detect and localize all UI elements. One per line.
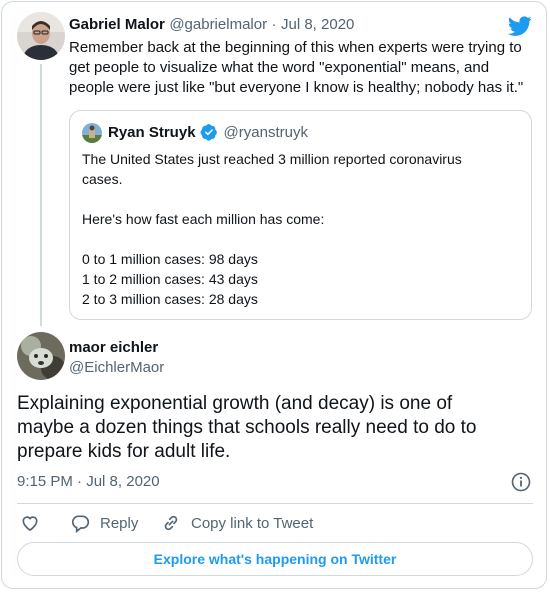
ryan-avatar [82,123,102,143]
quoted-tweet-line: cases. [82,171,123,187]
copy-link-label: Copy link to Tweet [191,514,314,532]
quoted-author-name: Ryan Struyk [108,123,196,141]
quoted-tweet-line: Here's how fast each million has come: [82,211,325,227]
reply-label: Reply [100,514,139,532]
main-tweet-line: Explaining exponential growth (and decay… [17,393,453,414]
parent-author-name[interactable]: Gabriel Malor [69,16,165,33]
tweet-time[interactable]: 9:15 PM [17,473,73,490]
parent-tweet-text: Remember back at the beginning of this w… [69,38,534,98]
parent-tweet-header: Gabriel Malor @gabrielmalor · Jul 8, 202… [69,16,354,34]
main-author-name[interactable]: maor eichler [69,338,164,358]
gabriel-avatar[interactable] [17,12,65,60]
parent-tweet-line: Remember back at the beginning of this w… [69,39,522,56]
tweet-date[interactable]: Jul 8, 2020 [86,473,159,490]
verified-badge-icon [200,123,218,141]
parent-tweet-line: get people to visualize what the word "e… [69,59,490,76]
main-author-handle[interactable]: @EichlerMaor [69,358,164,378]
maor-avatar[interactable] [17,332,65,380]
quoted-tweet-line: 0 to 1 million cases: 98 days [82,251,258,267]
copy-link-button[interactable]: Copy link to Tweet [161,513,313,533]
quoted-tweet-text: The United States just reached 3 million… [82,149,462,309]
reply-button[interactable]: Reply [70,513,139,534]
quoted-author-handle: @ryanstruyk [223,123,308,141]
quoted-tweet-line: 1 to 2 million cases: 43 days [82,271,258,287]
link-icon [161,513,181,533]
quoted-tweet-line: The United States just reached 3 million… [82,151,462,167]
quoted-tweet-card[interactable]: Ryan Struyk @ryanstruyk The United State… [69,110,532,320]
main-tweet-line: prepare kids for adult life. [17,441,231,462]
heart-icon [20,513,40,533]
divider [17,503,533,504]
quoted-tweet-header: Ryan Struyk @ryanstruyk [108,123,308,141]
quoted-tweet-line [82,229,462,249]
like-button[interactable] [20,513,40,533]
main-author-block: maor eichler @EichlerMaor [69,338,164,378]
parent-tweet-line: people were just like "but everyone I kn… [69,79,524,96]
quoted-tweet-line: 2 to 3 million cases: 28 days [82,291,258,307]
thread-connector-line [40,64,42,326]
parent-author-handle[interactable]: @gabrielmalor [169,16,267,33]
parent-tweet-date[interactable]: Jul 8, 2020 [281,16,354,33]
quoted-tweet-line [82,189,462,209]
main-tweet-text: Explaining exponential growth (and decay… [17,392,476,464]
reply-icon [70,513,90,534]
info-icon[interactable] [511,472,531,492]
dot-separator: · [77,473,83,490]
dot-separator: · [271,16,277,33]
main-tweet-timestamp[interactable]: 9:15 PM · Jul 8, 2020 [17,473,160,490]
twitter-bird-icon[interactable] [507,14,532,38]
main-tweet-line: maybe a dozen things that schools really… [17,417,477,438]
explore-twitter-button[interactable]: Explore what's happening on Twitter [17,542,533,576]
